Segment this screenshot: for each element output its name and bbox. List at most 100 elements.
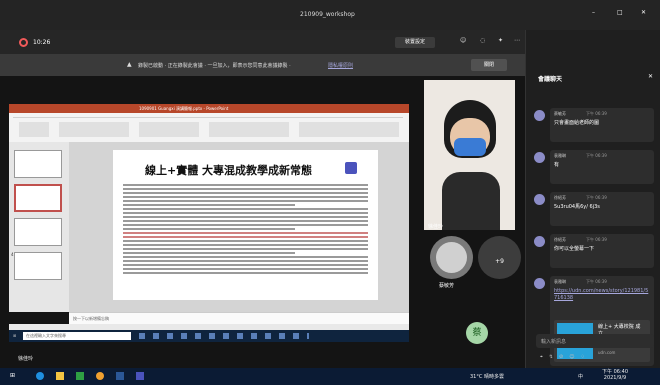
banner-text: 錄製已啟動 · 正在錄製此會議 · 一旦加入，即表示您同意此會議錄製 · xyxy=(138,63,291,69)
ppt-window-title: 1090901 Guangxi 演講簡報.pptx - PowerPoint xyxy=(139,106,229,111)
slide-text-line xyxy=(123,256,368,258)
ppt-title-bar: 1090901 Guangxi 演講簡報.pptx - PowerPoint xyxy=(9,104,409,113)
sender-name: 蔡敏芳 xyxy=(554,111,566,116)
chat-icon[interactable]: ◌ xyxy=(480,37,485,44)
participant-name: 蔡敏芳 xyxy=(439,283,455,289)
sender-name: 袁雅琳 xyxy=(554,153,566,158)
main-participant-name: 徐佳玲 xyxy=(428,224,444,230)
slide-text-line xyxy=(123,264,368,266)
chat-panel: 會議聊天 ✕ 蔡敏芳 下午 06:39 只會畫面給老師的圖 袁雅琳 下午 06:39 有徐… xyxy=(525,30,660,368)
clock[interactable]: 下午 06:40 2021/9/9 xyxy=(602,369,628,381)
slide-text-line xyxy=(123,236,368,238)
overflow-tile[interactable]: +9 xyxy=(478,236,521,279)
chat-message[interactable]: 蔡敏芳 下午 06:39 只會畫面給老師的圖 xyxy=(530,108,658,146)
notes-placeholder: 按一下以新增備忘稿 xyxy=(73,316,109,321)
device-settings-button[interactable]: 裝置設定 xyxy=(395,37,435,48)
chat-message[interactable]: 徐紹芳 下午 06:39 5u3ru04馬6y/ 6j3s xyxy=(530,192,658,230)
slide-body xyxy=(123,184,368,276)
shirt xyxy=(442,172,500,230)
chat-compose-icons[interactable]: ⌖↯⊘☺♢ xyxy=(540,354,591,360)
meeting-timer: 10:26 xyxy=(33,39,51,46)
sender-avatar xyxy=(534,152,545,163)
weather[interactable]: 31°C 晴時多雲 xyxy=(470,373,504,380)
recording-icon xyxy=(19,38,28,47)
windows-icon[interactable]: ⊞ xyxy=(13,333,16,338)
preview-domain: udn.com xyxy=(598,350,616,355)
minimize-button[interactable]: – xyxy=(592,9,595,16)
start-icon[interactable]: ⊞ xyxy=(10,372,15,379)
slide-text-line xyxy=(123,188,368,190)
meeting-toolbar: 10:26 裝置設定 ☺ ◌ ✦ ⋯ xyxy=(0,30,525,54)
slide-text-line xyxy=(123,208,368,210)
sender-name: 徐紹芳 xyxy=(554,195,566,200)
more-options-icon[interactable]: ⋯ xyxy=(514,37,520,44)
ppt-thumbnail-pane: 4 xyxy=(9,142,69,312)
window-title-bar: 210909_workshop – □ ✕ xyxy=(0,0,660,30)
message-time: 下午 06:39 xyxy=(586,153,607,158)
slide-text-line xyxy=(123,196,368,198)
slide-text-line xyxy=(123,216,368,218)
shared-taskbar-icons xyxy=(139,333,309,339)
slide-text-line xyxy=(123,260,368,262)
mask xyxy=(454,138,486,156)
sender-avatar xyxy=(534,236,545,247)
message-text: 5u3ru04馬6y/ 6j3s xyxy=(554,204,600,210)
sender-name: 徐紹芳 xyxy=(554,237,566,242)
warning-icon: ▲ xyxy=(127,61,132,68)
recording-banner: ▲ 錄製已啟動 · 正在錄製此會議 · 一旦加入，即表示您同意此會議錄製 · 隱… xyxy=(0,54,525,76)
message-time: 下午 06:39 xyxy=(586,111,607,116)
slide-number: 4 xyxy=(11,252,14,257)
slide-text-line xyxy=(123,228,295,230)
slide-text-line xyxy=(123,204,295,206)
app-icon[interactable] xyxy=(76,372,84,380)
teams-logo-icon xyxy=(345,162,357,174)
maximize-button[interactable]: □ xyxy=(617,9,623,16)
slide-text-line xyxy=(123,232,368,234)
chat-close-icon[interactable]: ✕ xyxy=(648,73,653,80)
avatar: 蔡 xyxy=(466,322,488,344)
message-text[interactable]: https://udn.com/news/story/121981/571613… xyxy=(554,288,650,302)
dismiss-button[interactable]: 關閉 xyxy=(471,59,507,71)
message-time: 下午 06:39 xyxy=(586,237,607,242)
sender-avatar xyxy=(534,194,545,205)
word-icon[interactable] xyxy=(116,372,124,380)
participant-tile[interactable] xyxy=(430,236,473,279)
clock-date: 2021/9/9 xyxy=(603,375,627,381)
reactions-icon[interactable]: ✦ xyxy=(498,37,503,44)
teams-icon[interactable] xyxy=(136,372,144,380)
slide: 線上+實體 大專混成教學成新常態 xyxy=(113,150,378,300)
chat-message-list: 蔡敏芳 下午 06:39 只會畫面給老師的圖 袁雅琳 下午 06:39 有徐紹芳 下午 06… xyxy=(530,108,658,372)
slide-title: 線上+實體 大專混成教學成新常態 xyxy=(145,164,313,177)
chrome-icon[interactable] xyxy=(96,372,104,380)
privacy-link[interactable]: 隱私權原則 xyxy=(328,62,353,69)
slide-thumbnail[interactable] xyxy=(14,218,62,246)
slide-text-line xyxy=(123,240,368,242)
slide-thumbnail-active[interactable] xyxy=(14,184,62,212)
shared-search-box[interactable]: 在這裡輸入文字來搜尋 xyxy=(23,332,131,340)
window-title: 210909_workshop xyxy=(300,11,355,18)
slide-text-line xyxy=(123,252,295,254)
shared-taskbar: ⊞ 在這裡輸入文字來搜尋 xyxy=(9,330,409,342)
slide-text-line xyxy=(123,268,368,270)
chat-header: 會議聊天 xyxy=(538,76,563,83)
input-language[interactable]: 中 xyxy=(578,373,583,380)
slide-thumbnail[interactable] xyxy=(14,150,62,178)
message-text: 只會畫面給老師的圖 xyxy=(554,120,600,126)
chat-input[interactable]: 輸入新訊息 xyxy=(536,334,654,348)
slide-text-line xyxy=(123,224,368,226)
sender-avatar xyxy=(534,110,545,121)
edge-icon[interactable] xyxy=(36,372,44,380)
self-name: 徐佳玲 xyxy=(18,356,34,362)
windows-taskbar: ⊞ 31°C 晴時多雲 中 下午 06:40 2021/9/9 xyxy=(0,368,660,385)
chat-message[interactable]: 袁雅琳 下午 06:39 有 xyxy=(530,150,658,188)
slide-text-line xyxy=(123,220,368,222)
chat-message[interactable]: 徐紹芳 下午 06:39 你可以全螢幕一下 xyxy=(530,234,658,272)
participants-icon[interactable]: ☺ xyxy=(460,37,466,44)
avatar-initial: 蔡 xyxy=(472,328,482,338)
ppt-notes[interactable]: 按一下以新增備忘稿 xyxy=(69,312,409,324)
chat-input-placeholder: 輸入新訊息 xyxy=(541,339,567,345)
close-button[interactable]: ✕ xyxy=(641,9,646,16)
explorer-icon[interactable] xyxy=(56,372,64,380)
slide-text-line xyxy=(123,192,368,194)
slide-thumbnail[interactable] xyxy=(14,252,62,280)
